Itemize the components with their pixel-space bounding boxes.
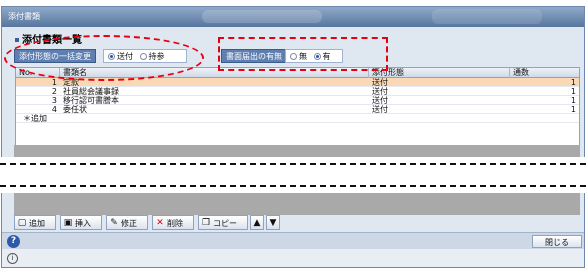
cell-form: 送付 <box>372 87 388 96</box>
annotation-rect <box>218 37 388 71</box>
cell-count: 1 <box>570 96 576 105</box>
add-button-label: 追加 <box>29 219 45 228</box>
add-button[interactable]: ▢ 追加 <box>14 215 56 230</box>
insert-button-label: 挿入 <box>75 219 91 228</box>
col-form[interactable]: 添付形態 <box>369 68 510 78</box>
move-up-button[interactable]: ▲ <box>250 215 264 230</box>
cell-count: 1 <box>570 87 576 96</box>
title-bar: 添付書類 <box>2 7 584 27</box>
insert-button[interactable]: ▣ 挿入 <box>60 215 102 230</box>
cell-form: 送付 <box>372 105 388 114</box>
cell-no: 2 <box>51 87 57 96</box>
cell-form: 送付 <box>372 96 388 105</box>
title-bar-blur <box>202 10 322 23</box>
table-row[interactable]: 3 移行認可書謄本 送付 1 <box>16 96 579 105</box>
col-count[interactable]: 通数 <box>510 68 579 78</box>
info-icon[interactable]: i <box>7 253 18 264</box>
title-bar-blur <box>432 9 542 24</box>
table-row[interactable]: 2 社員総会議事録 送付 1 <box>16 87 579 96</box>
move-down-button[interactable]: ▼ <box>266 215 280 230</box>
toolbar: ▢ 追加 ▣ 挿入 ✎ 修正 ✕ 削除 ❐ コピー ▲ ▼ <box>14 215 579 232</box>
cell-name: 委任状 <box>63 105 87 114</box>
copy-button[interactable]: ❐ コピー <box>198 215 248 230</box>
delete-icon: ✕ <box>156 218 164 228</box>
table-row[interactable]: 4 委任状 送付 1 <box>16 105 579 114</box>
window-title: 添付書類 <box>8 12 40 21</box>
add-row-label: ＊追加 <box>23 114 47 123</box>
cell-no: 3 <box>51 96 57 105</box>
cell-no: 1 <box>51 78 57 87</box>
delete-button-label: 削除 <box>167 219 183 228</box>
cell-name: 社員総会議事録 <box>63 87 119 96</box>
cell-count: 1 <box>570 105 576 114</box>
footer-bar: ? 閉じる <box>2 232 584 250</box>
annotation-ellipse <box>4 35 204 81</box>
cell-no: 4 <box>51 105 57 114</box>
add-icon: ▢ <box>17 218 27 228</box>
break-line-top <box>0 163 586 165</box>
insert-icon: ▣ <box>63 218 73 228</box>
status-bar: i <box>2 249 584 267</box>
help-icon[interactable]: ? <box>7 235 20 248</box>
bullet-icon <box>15 38 19 42</box>
cell-count: 1 <box>570 78 576 87</box>
close-button[interactable]: 閉じる <box>532 235 582 248</box>
add-row[interactable]: ＊追加 <box>16 114 579 123</box>
attachment-window: 添付書類 添付書類一覧 添付形態の一括変更 送付 持参 書面届出の有無 無 有 … <box>1 6 585 268</box>
delete-button[interactable]: ✕ 削除 <box>152 215 194 230</box>
edit-button-label: 修正 <box>121 219 137 228</box>
grid-empty-area <box>14 193 580 215</box>
edit-button[interactable]: ✎ 修正 <box>106 215 148 230</box>
copy-button-label: コピー <box>213 219 237 228</box>
arrow-down-icon: ▼ <box>269 218 277 228</box>
edit-icon: ✎ <box>110 218 118 228</box>
cell-form: 送付 <box>372 78 388 87</box>
cell-name: 移行認可書謄本 <box>63 96 119 105</box>
arrow-up-icon: ▲ <box>253 218 261 228</box>
copy-icon: ❐ <box>201 218 211 228</box>
break-line-bottom <box>0 185 586 187</box>
omission-break <box>0 157 586 193</box>
